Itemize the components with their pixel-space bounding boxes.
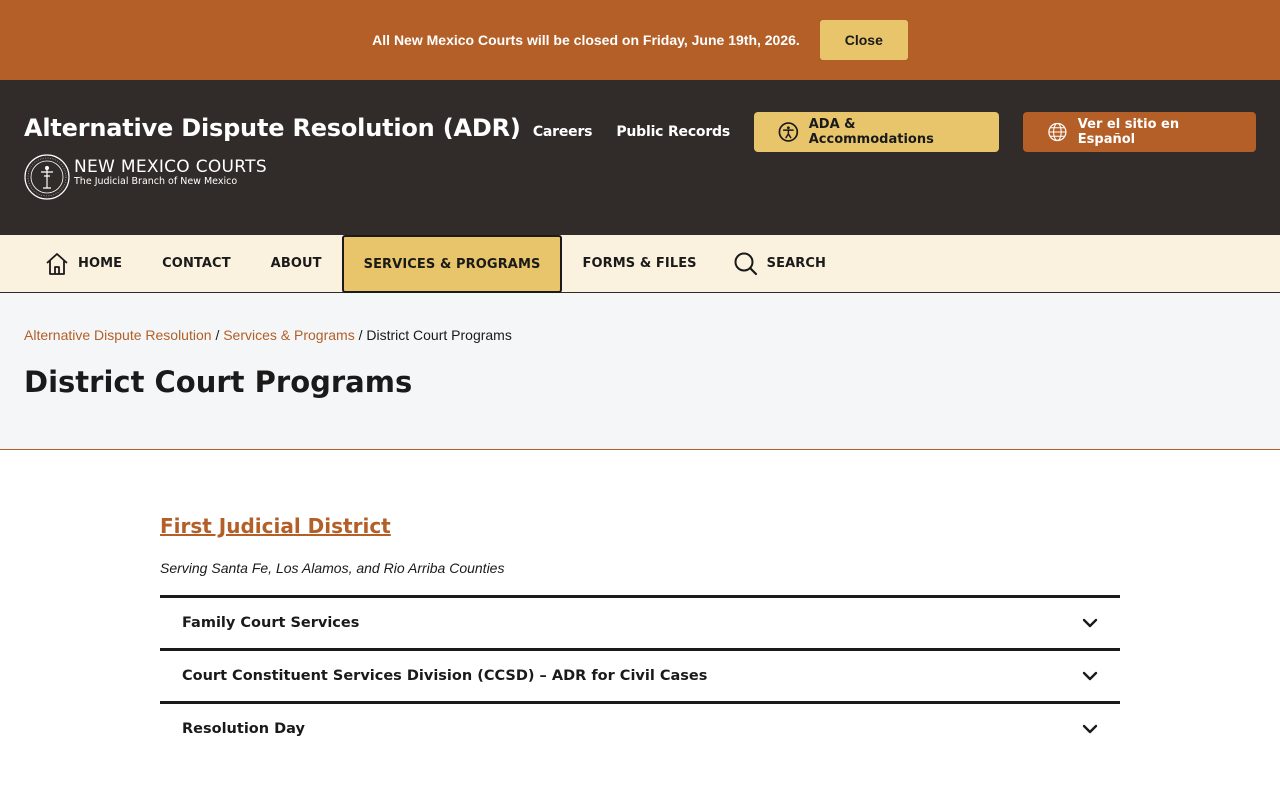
home-icon xyxy=(46,252,68,275)
search-icon xyxy=(734,252,757,275)
chevron-down-icon xyxy=(1082,724,1098,734)
breadcrumb: Alternative Dispute Resolution / Service… xyxy=(24,327,512,343)
district-subtitle: Serving Santa Fe, Los Alamos, and Rio Ar… xyxy=(160,560,505,576)
chevron-down-icon xyxy=(1082,671,1098,681)
globe-icon xyxy=(1048,122,1067,142)
nav-services-programs[interactable]: SERVICES & PROGRAMS xyxy=(341,235,563,293)
accordion-family-court-services[interactable]: Family Court Services xyxy=(160,595,1120,648)
site-title[interactable]: Alternative Dispute Resolution (ADR) xyxy=(24,114,521,142)
alert-banner: All New Mexico Courts will be closed on … xyxy=(0,0,1280,80)
chevron-down-icon xyxy=(1082,618,1098,628)
main-nav: HOME CONTACT ABOUT SERVICES & PROGRAMS F… xyxy=(0,235,1280,293)
breadcrumb-adr-link[interactable]: Alternative Dispute Resolution xyxy=(24,327,212,343)
court-seal-icon xyxy=(24,154,70,200)
first-judicial-district-link[interactable]: First Judicial District xyxy=(160,514,391,538)
nav-forms-files[interactable]: FORMS & FILES xyxy=(562,235,716,292)
header-links: Careers Public Records ADA & Accommodati… xyxy=(533,112,1256,152)
nav-forms-label: FORMS & FILES xyxy=(582,256,697,271)
breadcrumb-current: District Court Programs xyxy=(366,327,512,343)
nav-home[interactable]: HOME xyxy=(24,235,142,292)
careers-link[interactable]: Careers xyxy=(533,124,593,140)
ada-accommodations-button[interactable]: ADA & Accommodations xyxy=(754,112,999,152)
accordion-label: Family Court Services xyxy=(182,615,360,631)
nav-search[interactable]: SEARCH xyxy=(717,235,846,292)
spanish-site-button[interactable]: Ver el sitio en Español xyxy=(1023,112,1256,152)
alert-message: All New Mexico Courts will be closed on … xyxy=(372,32,800,48)
logo-text: NEW MEXICO COURTS The Judicial Branch of… xyxy=(74,158,267,187)
nm-courts-logo[interactable]: NEW MEXICO COURTS The Judicial Branch of… xyxy=(24,154,267,200)
nav-about-label: ABOUT xyxy=(270,256,322,271)
nav-home-label: HOME xyxy=(78,256,123,271)
page-title: District Court Programs xyxy=(24,365,413,399)
nav-contact[interactable]: CONTACT xyxy=(142,235,251,292)
ada-label: ADA & Accommodations xyxy=(808,117,934,147)
page-title-area: Alternative Dispute Resolution / Service… xyxy=(0,293,1280,450)
accessibility-icon xyxy=(778,122,799,142)
breadcrumb-services-link[interactable]: Services & Programs xyxy=(223,327,354,343)
main-content: First Judicial District Serving Santa Fe… xyxy=(160,514,1120,754)
nav-about[interactable]: ABOUT xyxy=(251,235,342,292)
accordion-label: Court Constituent Services Division (CCS… xyxy=(182,668,708,684)
logo-sub-text: The Judicial Branch of New Mexico xyxy=(74,175,238,187)
public-records-link[interactable]: Public Records xyxy=(616,124,730,140)
programs-accordion: Family Court Services Court Constituent … xyxy=(160,595,1120,754)
spanish-label: Ver el sitio en Español xyxy=(1077,117,1180,147)
site-header: Alternative Dispute Resolution (ADR) NEW… xyxy=(0,80,1280,235)
nav-search-label: SEARCH xyxy=(766,256,826,271)
logo-main-text: NEW MEXICO COURTS xyxy=(74,156,267,177)
alert-close-button[interactable]: Close xyxy=(819,20,908,60)
accordion-resolution-day[interactable]: Resolution Day xyxy=(160,701,1120,754)
nav-contact-label: CONTACT xyxy=(162,256,231,271)
accordion-label: Resolution Day xyxy=(182,721,305,737)
nav-services-label: SERVICES & PROGRAMS xyxy=(363,256,541,272)
accordion-ccsd-adr-civil[interactable]: Court Constituent Services Division (CCS… xyxy=(160,648,1120,701)
